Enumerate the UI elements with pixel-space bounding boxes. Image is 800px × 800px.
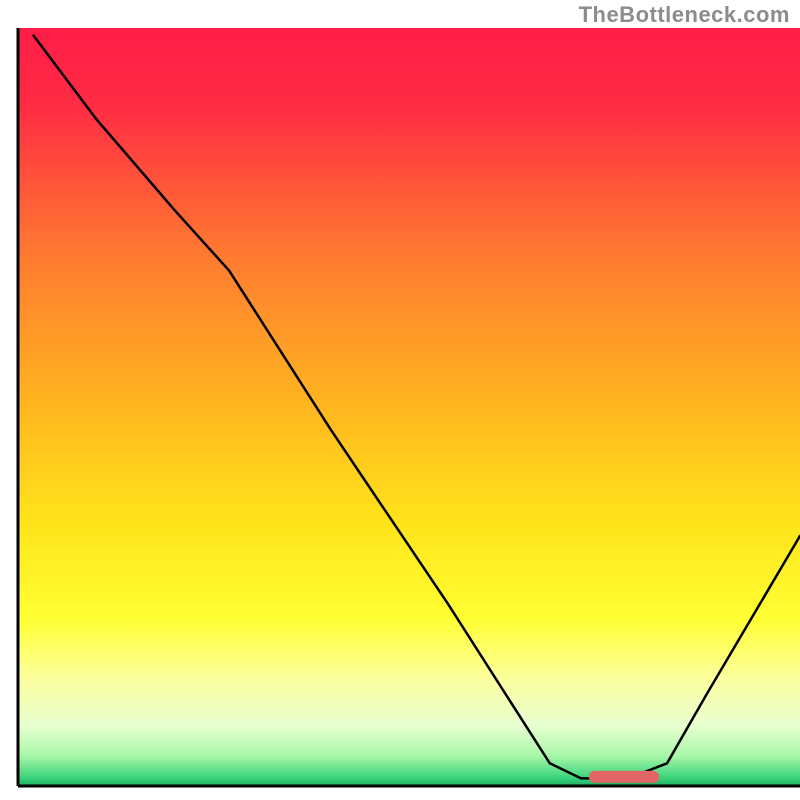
bottleneck-chart bbox=[0, 0, 800, 800]
watermark-text: TheBottleneck.com bbox=[579, 2, 790, 28]
plot-background bbox=[18, 28, 800, 786]
chart-container: TheBottleneck.com bbox=[0, 0, 800, 800]
optimal-marker bbox=[589, 771, 659, 783]
